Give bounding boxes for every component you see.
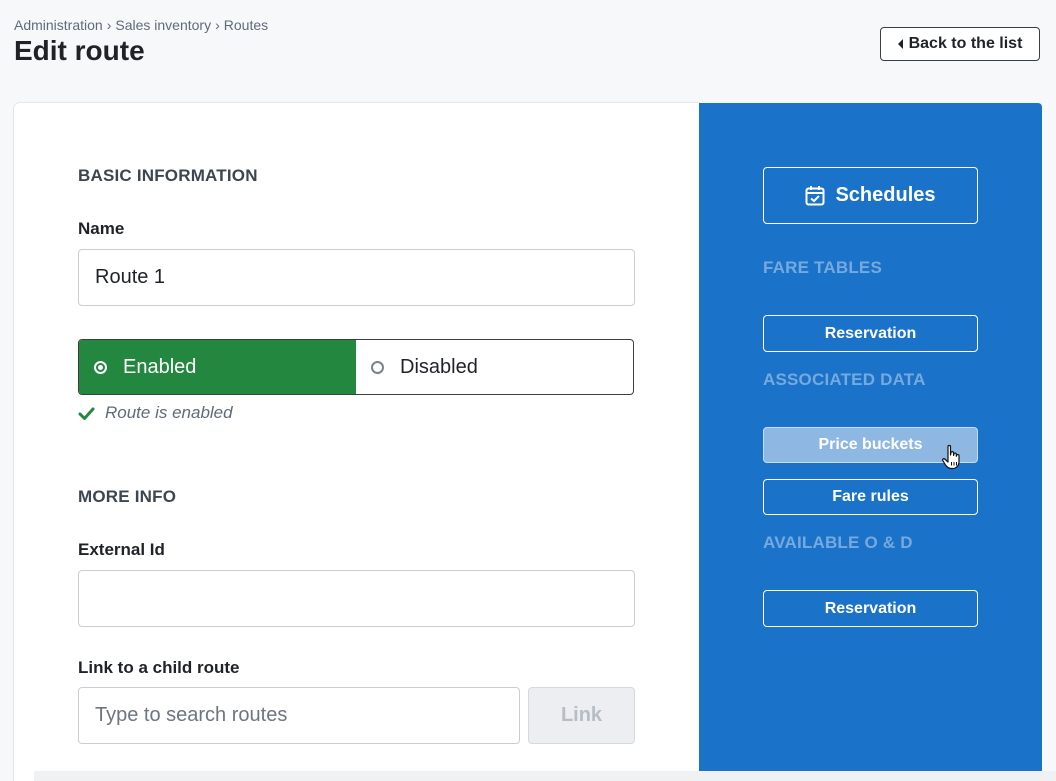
status-toggle: Enabled Disabled — [78, 339, 634, 395]
hand-pointer-icon — [942, 444, 960, 470]
caret-left-icon — [897, 39, 903, 49]
breadcrumb: Administration › Sales inventory › Routes — [14, 17, 268, 33]
breadcrumb-routes[interactable]: Routes — [224, 17, 268, 33]
status-enabled-option[interactable]: Enabled — [79, 340, 356, 394]
external-id-label: External Id — [78, 540, 165, 559]
external-id-input[interactable] — [78, 570, 635, 627]
name-input[interactable] — [78, 249, 635, 306]
fare-tables-heading: FARE TABLES — [763, 258, 883, 277]
basic-information-heading: BASIC INFORMATION — [78, 166, 258, 185]
fare-rules-button[interactable]: Fare rules — [763, 479, 978, 515]
status-disabled-option[interactable]: Disabled — [356, 340, 633, 394]
schedules-label: Schedules — [835, 184, 936, 206]
back-to-list-button[interactable]: Back to the list — [880, 27, 1040, 61]
calendar-check-icon — [805, 186, 825, 206]
status-disabled-label: Disabled — [400, 355, 478, 378]
radio-selected-icon — [94, 360, 107, 374]
child-route-search-input[interactable] — [78, 687, 520, 744]
edit-route-form-card — [14, 103, 699, 781]
available-od-heading: AVAILABLE O & D — [763, 533, 913, 552]
check-icon — [78, 407, 95, 420]
back-to-list-label: Back to the list — [908, 35, 1023, 52]
name-label: Name — [78, 219, 125, 238]
bottom-scroll-strip — [34, 771, 1056, 781]
associated-data-heading: ASSOCIATED DATA — [763, 370, 926, 389]
breadcrumb-administration[interactable]: Administration — [14, 17, 103, 33]
available-od-reservation-button[interactable]: Reservation — [763, 590, 978, 627]
more-info-heading: MORE INFO — [78, 487, 177, 506]
radio-empty-icon — [371, 360, 384, 374]
status-message-text: Route is enabled — [105, 403, 233, 422]
schedules-button[interactable]: Schedules — [763, 167, 978, 224]
child-route-label: Link to a child route — [78, 658, 240, 677]
status-message: Route is enabled — [78, 403, 233, 423]
page-title: Edit route — [14, 35, 145, 66]
breadcrumb-separator: › — [215, 17, 220, 33]
link-button[interactable]: Link — [528, 687, 635, 744]
status-enabled-label: Enabled — [123, 355, 197, 378]
fare-tables-reservation-button[interactable]: Reservation — [763, 315, 978, 352]
breadcrumb-separator: › — [106, 17, 112, 33]
breadcrumb-sales-inventory[interactable]: Sales inventory — [115, 17, 211, 33]
